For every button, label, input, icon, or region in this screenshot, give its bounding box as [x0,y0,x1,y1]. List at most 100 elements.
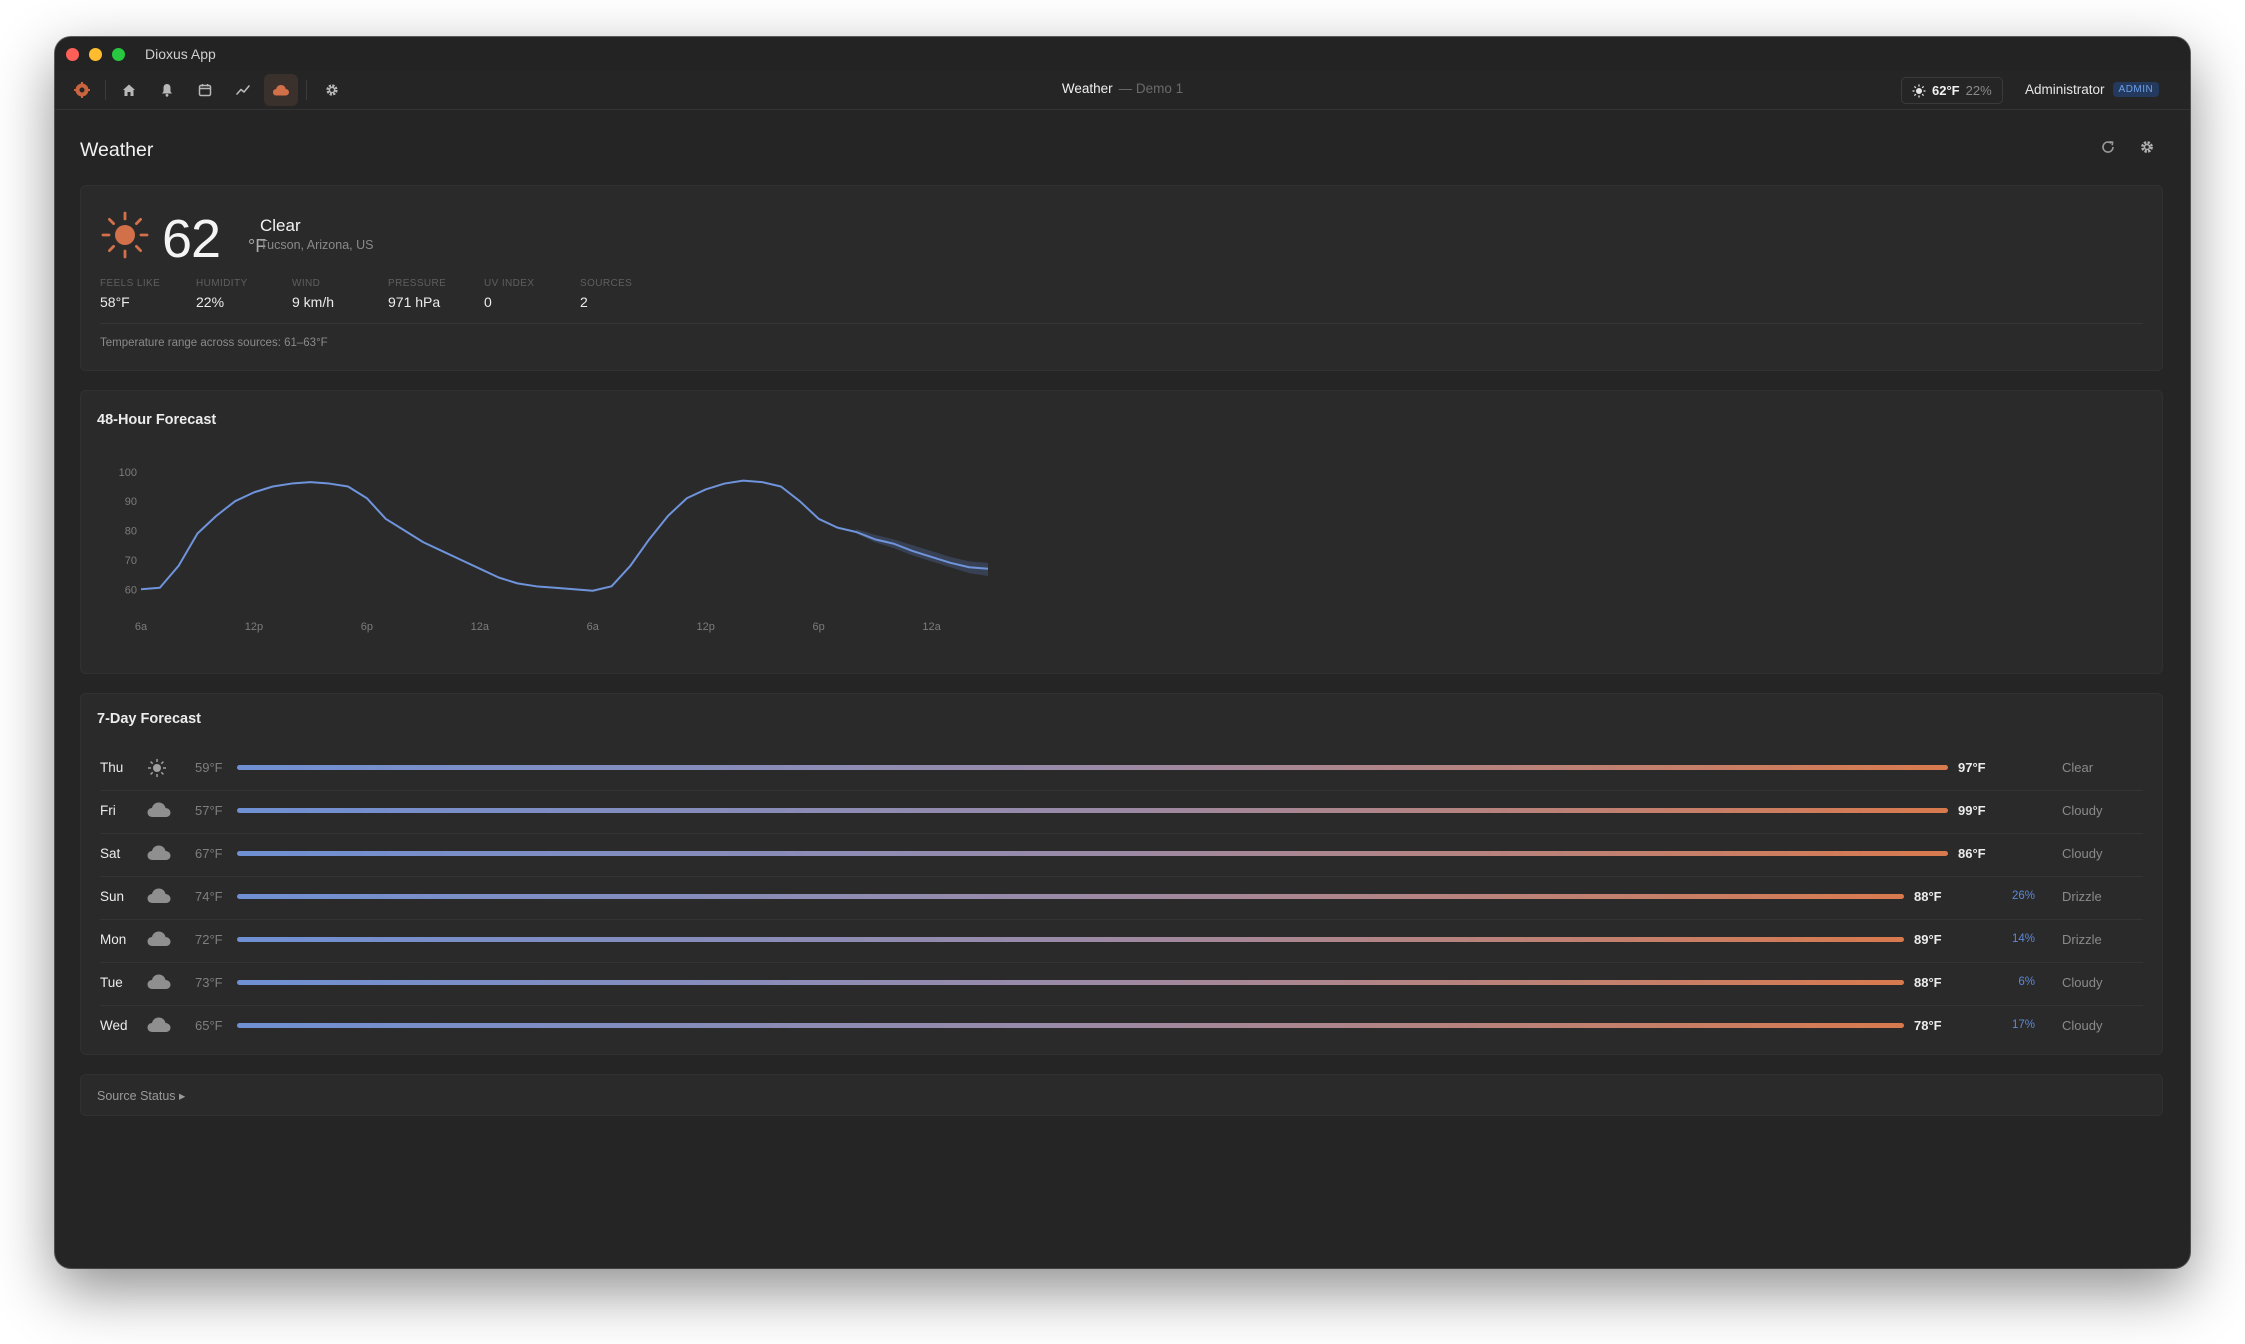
day-condition: Cloudy [2062,803,2103,818]
stat-humidity: Humidity 22% [196,278,248,310]
view-title-sub: — Demo 1 [1118,81,1184,96]
refresh-icon[interactable] [2100,139,2116,155]
stat-label: Humidity [196,278,248,289]
x-tick-label: 12a [922,621,941,633]
data-point [516,582,518,584]
day-condition: Cloudy [2062,846,2103,861]
data-point [874,538,876,540]
day-low: 72°F [195,932,223,947]
stat-label: Wind [292,278,321,289]
data-point [818,518,820,520]
minimize-window-button[interactable] [89,47,102,61]
x-tick-label: 6p [361,621,373,633]
data-point [479,568,481,570]
data-point [723,483,725,485]
stat-value: 971 hPa [388,294,441,310]
day-name: Wed [100,1018,128,1033]
daily-forecast-card: 7-Day Forecast Thu 59°F 97°F Clear Fri 57°F 99… [80,693,2163,1055]
day-high: 99°F [1958,803,1986,818]
day-low: 74°F [195,889,223,904]
data-point [196,532,198,534]
uncertainty-band [856,529,988,577]
data-point [648,538,650,540]
data-point [366,497,368,499]
day-condition: Cloudy [2062,975,2103,990]
data-point [441,550,443,552]
temperature-range-bar [237,851,1948,856]
app-title: Dioxus App [145,46,216,62]
current-condition: Clear [260,216,301,235]
day-name: Sun [100,889,125,904]
day-condition: Drizzle [2062,889,2102,904]
data-point [592,590,594,592]
day-low: 67°F [195,846,223,861]
data-point [460,559,462,561]
data-point [705,488,707,490]
day-high: 78°F [1914,1018,1942,1033]
temperature-range-bar [237,937,1904,942]
y-tick-label: 60 [125,584,137,596]
weather-chip[interactable]: 62°F 22% [1901,77,2003,104]
day-high: 88°F [1914,975,1942,990]
temperature-range-bar [237,980,1904,985]
day-high: 88°F [1914,889,1942,904]
day-name: Fri [100,803,116,818]
data-point [535,585,537,587]
forecast-day-row: Sun 74°F 88°F 26% Drizzle [100,877,2143,920]
x-tick-label: 12a [471,621,490,633]
page-title: Weather [80,139,154,161]
data-point [949,562,951,564]
hourly-forecast-card: 48-Hour Forecast 60 70 80 90 100 6a 12p 6p 12a 6a… [80,390,2163,674]
stat-value: 9 km/h [292,294,335,310]
data-point [385,518,387,520]
stat-label: UV Index [484,278,535,289]
zoom-window-button[interactable] [112,47,125,61]
settings-icon[interactable] [2139,139,2155,155]
data-point [178,565,180,567]
close-window-button[interactable] [66,47,79,61]
temperature-range-bar [237,1023,1904,1028]
y-tick-label: 80 [125,526,137,538]
day-condition: Cloudy [2062,1018,2103,1033]
stat-sources: Sources 2 [580,278,632,310]
data-point [347,485,349,487]
y-tick-label: 100 [119,467,137,479]
divider [100,323,2143,324]
x-tick-label: 6a [135,621,148,633]
hourly-forecast-chart: 60 70 80 90 100 6a 12p 6p 12a 6a 12p 6p 12a [119,467,989,633]
daily-forecast-title: 7-Day Forecast [97,711,201,727]
data-point [272,485,274,487]
forecast-day-row: Tue 73°F 88°F 6% Cloudy [100,963,2143,1006]
data-point [686,497,688,499]
cloud-icon [146,886,172,911]
data-point [253,491,255,493]
current-location: Tucson, Arizona, US [260,238,374,252]
day-low: 65°F [195,1018,223,1033]
data-point [291,483,293,485]
day-name: Sat [100,846,121,861]
data-point [404,530,406,532]
temperature-range-note: Temperature range across sources: 61–63°… [100,337,328,349]
cloud-icon [146,929,172,954]
data-point [498,577,500,579]
day-high: 97°F [1958,760,1986,775]
forecast-day-row: Mon 72°F 89°F 14% Drizzle [100,920,2143,963]
data-point [855,531,857,533]
data-point [629,565,631,567]
user-menu[interactable]: Administrator ADMIN [2025,82,2160,97]
current-temperature: 62 [162,209,221,269]
source-status-card[interactable]: Source Status ▸ [80,1074,2163,1116]
day-low: 59°F [195,760,223,775]
source-status-toggle[interactable]: Source Status ▸ [97,1088,185,1103]
temperature-range-bar [237,765,1948,770]
temperature-range-bar [237,808,1948,813]
data-point [912,550,914,552]
sun-icon [146,757,168,784]
x-tick-label: 6a [587,621,600,633]
app-window: Dioxus App Weather — Demo 1 62°F 22% Adm… [55,37,2190,1268]
data-point [742,480,744,482]
cloud-icon [146,800,172,825]
forecast-day-row: Fri 57°F 99°F Cloudy [100,791,2143,834]
stat-wind: Wind 9 km/h [292,278,334,310]
day-name: Mon [100,932,127,947]
